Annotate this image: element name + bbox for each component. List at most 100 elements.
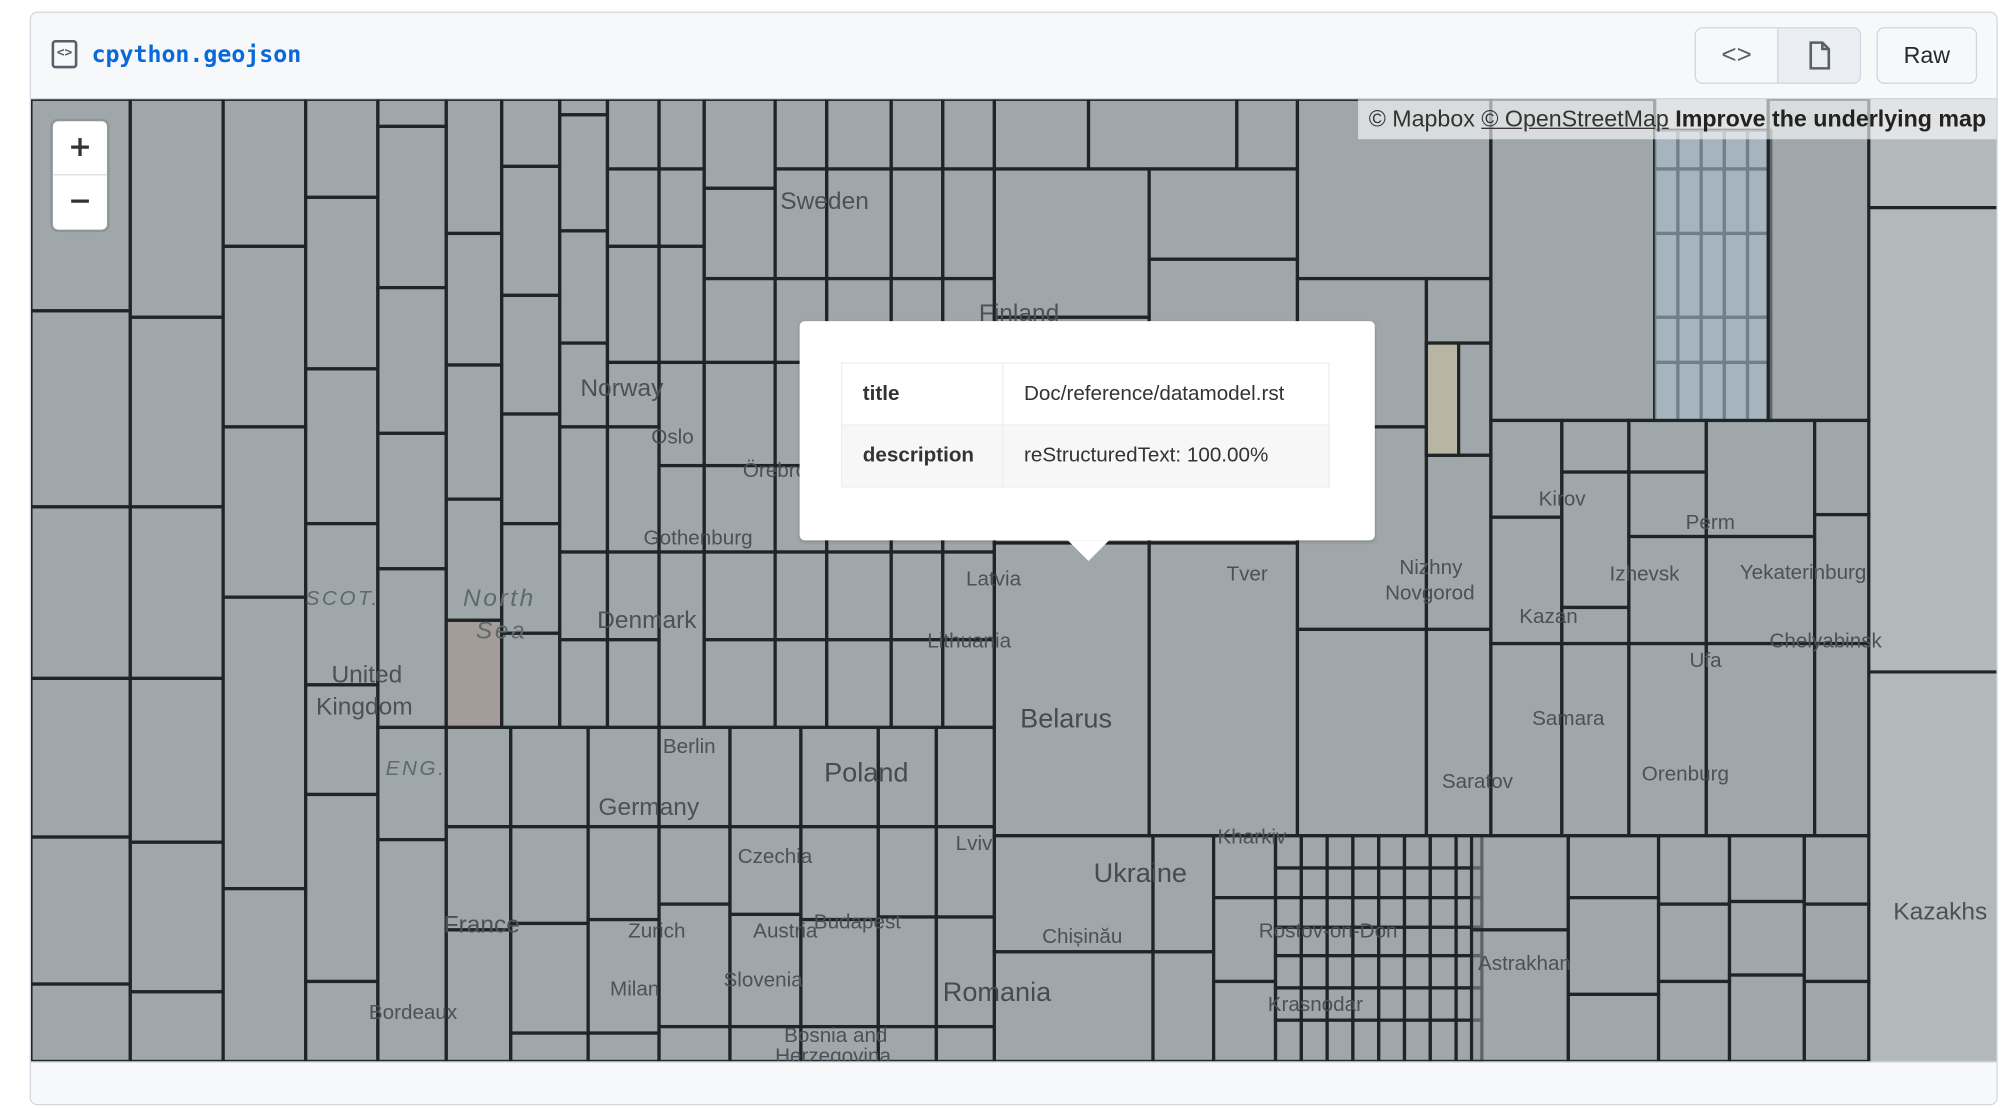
treemap-cell[interactable] (558, 638, 610, 730)
treemap-cell[interactable] (657, 99, 706, 171)
treemap-cell[interactable] (1086, 99, 1239, 171)
treemap-cell[interactable] (1627, 418, 1708, 474)
treemap-cell[interactable] (1428, 954, 1458, 990)
treemap-cell[interactable] (702, 360, 777, 468)
treemap-cell[interactable] (500, 99, 562, 168)
treemap-cell[interactable] (1469, 928, 1570, 1062)
preview-button[interactable] (1777, 28, 1860, 83)
treemap-cell[interactable] (558, 425, 610, 554)
treemap-cell[interactable] (1802, 902, 1871, 984)
zoom-out-button[interactable]: − (52, 174, 108, 228)
treemap-cell[interactable] (876, 825, 938, 919)
treemap-cell[interactable] (1566, 834, 1661, 900)
treemap-cell[interactable] (657, 550, 706, 730)
treemap-cell[interactable] (1235, 99, 1300, 171)
treemap-cell[interactable] (1295, 627, 1429, 838)
treemap-cell[interactable] (376, 837, 448, 1062)
treemap-cell[interactable] (376, 431, 448, 571)
treemap-cell[interactable] (558, 229, 610, 345)
treemap-cell[interactable] (702, 550, 777, 642)
treemap-cell[interactable] (1273, 866, 1303, 900)
treemap-cell[interactable] (128, 840, 225, 994)
treemap-cell[interactable] (773, 167, 829, 281)
treemap-cell[interactable] (30, 309, 132, 509)
treemap-cell[interactable] (30, 505, 132, 680)
treemap-cell[interactable] (128, 505, 225, 680)
treemap-cell[interactable] (934, 725, 996, 829)
treemap-cell[interactable] (1299, 1018, 1329, 1062)
treemap-cell[interactable] (1428, 925, 1458, 958)
treemap-cell[interactable] (1325, 954, 1355, 990)
treemap-cell[interactable] (586, 825, 661, 922)
treemap-cell[interactable] (376, 99, 448, 129)
treemap-cell[interactable] (1351, 834, 1381, 870)
treemap-cell[interactable] (1766, 99, 1871, 423)
treemap-cell[interactable] (1727, 834, 1806, 904)
treemap-cell[interactable] (304, 195, 380, 371)
treemap-cell[interactable] (1325, 834, 1355, 870)
zoom-in-button[interactable]: + (53, 121, 107, 174)
treemap-cell[interactable] (1273, 1018, 1303, 1062)
raw-button[interactable]: Raw (1876, 27, 1978, 84)
treemap-cell[interactable] (376, 285, 448, 435)
treemap-cell[interactable] (1727, 899, 1806, 977)
treemap-cell[interactable] (1299, 954, 1329, 990)
treemap-cell[interactable] (934, 915, 996, 1029)
code-view-button[interactable]: <> (1696, 28, 1777, 82)
treemap-cell[interactable] (1273, 954, 1303, 990)
treemap-cell[interactable] (1402, 866, 1432, 900)
treemap-cell[interactable] (128, 676, 225, 844)
improve-map-link[interactable]: Improve the underlying map (1675, 106, 1986, 132)
treemap-cell[interactable] (1627, 534, 1708, 646)
treemap-cell[interactable] (444, 363, 504, 501)
treemap-cell[interactable] (509, 921, 590, 1035)
treemap-cell[interactable] (1147, 167, 1300, 261)
treemap-cell[interactable] (657, 1024, 732, 1062)
treemap-cell[interactable] (702, 276, 777, 365)
treemap-cell[interactable] (657, 167, 706, 248)
treemap-cell[interactable] (1656, 979, 1732, 1062)
treemap-cell[interactable] (657, 825, 732, 906)
treemap-cell[interactable] (500, 412, 562, 526)
treemap-cell[interactable] (304, 99, 380, 199)
treemap-cell[interactable] (500, 631, 562, 730)
treemap-cell[interactable] (773, 99, 829, 171)
treemap-cell[interactable] (1377, 986, 1407, 1022)
treemap-cell[interactable] (444, 99, 504, 236)
treemap-cell[interactable] (509, 825, 590, 926)
treemap-cell[interactable] (1704, 641, 1817, 838)
treemap-cell[interactable] (304, 792, 380, 984)
treemap-cell[interactable] (1377, 954, 1407, 990)
treemap-cell[interactable] (221, 244, 308, 429)
treemap-cell[interactable] (221, 99, 308, 248)
treemap-cell[interactable] (1402, 954, 1432, 990)
treemap-cell[interactable] (30, 835, 132, 986)
treemap-cell[interactable] (799, 825, 880, 922)
treemap-cell[interactable] (221, 595, 308, 891)
treemap-cell[interactable] (1656, 834, 1732, 906)
treemap-cell[interactable] (1351, 1018, 1381, 1062)
treemap-cell[interactable] (1151, 834, 1216, 954)
treemap-cell[interactable] (128, 990, 225, 1062)
treemap-cell[interactable] (509, 725, 590, 829)
treemap-cell[interactable] (1377, 866, 1407, 900)
treemap-cell[interactable] (728, 825, 803, 917)
treemap-cell[interactable] (128, 99, 225, 319)
treemap-cell[interactable] (1211, 979, 1278, 1062)
treemap-cell[interactable] (605, 244, 661, 365)
treemap-cell[interactable] (1727, 973, 1806, 1062)
treemap-cell[interactable] (1377, 1018, 1407, 1062)
treemap-cell[interactable] (941, 99, 996, 171)
treemap-cell[interactable] (1566, 992, 1661, 1062)
treemap-cell[interactable] (444, 231, 504, 367)
file-name-link[interactable]: cpython.geojson (92, 41, 302, 68)
treemap-cell[interactable] (376, 124, 448, 290)
treemap-cell[interactable] (773, 638, 829, 730)
treemap-cell[interactable] (1351, 954, 1381, 990)
treemap-cell[interactable] (500, 293, 562, 416)
treemap-cell[interactable] (1424, 627, 1493, 838)
treemap-cell[interactable] (934, 1024, 996, 1062)
treemap-cell[interactable] (1428, 866, 1458, 900)
treemap-cell[interactable] (500, 164, 562, 297)
treemap-cell[interactable] (1325, 1018, 1355, 1062)
